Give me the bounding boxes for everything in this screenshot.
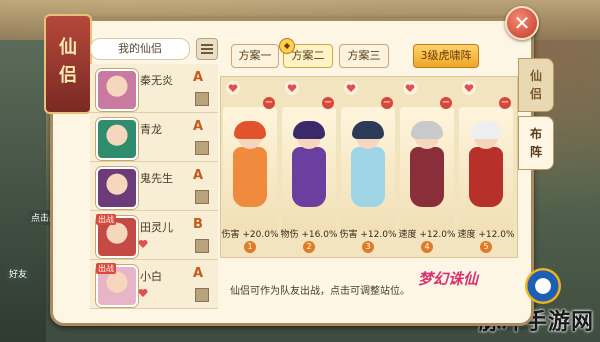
companion-row[interactable]: 出战田灵儿 B: [90, 211, 218, 260]
slot-bonus: 速度 +12.0%: [457, 230, 515, 240]
slot-number: 1: [244, 241, 256, 253]
hud-chip[interactable]: 好友: [6, 266, 31, 281]
companion-name: 小白: [140, 270, 162, 283]
select-checkbox[interactable]: [195, 141, 209, 155]
formation-slot[interactable]: − 伤害 +20.0% 1: [221, 77, 279, 257]
companion-grade: A: [193, 266, 204, 281]
select-checkbox[interactable]: [195, 239, 209, 253]
remove-icon[interactable]: −: [263, 97, 275, 109]
panel-title-char: 仙: [59, 37, 77, 58]
slot-number: 4: [421, 241, 433, 253]
side-tab-companions[interactable]: 仙 侣: [518, 58, 554, 112]
companion-grade: B: [193, 217, 203, 232]
companion-figure: [286, 121, 332, 213]
slot-number: 5: [480, 241, 492, 253]
deployed-tag: 出战: [96, 263, 116, 274]
close-button[interactable]: ✕: [505, 6, 539, 40]
tab-plan-3[interactable]: 方案三: [339, 44, 389, 68]
game-logo-emblem: [525, 268, 561, 304]
select-checkbox[interactable]: [195, 92, 209, 106]
deployed-tag: 出战: [96, 214, 116, 225]
heart-icon[interactable]: [226, 81, 240, 95]
remove-icon[interactable]: −: [440, 97, 452, 109]
companion-grade: A: [193, 70, 204, 85]
companion-name: 青龙: [140, 123, 162, 136]
slot-bonus: 伤害 +12.0%: [339, 230, 397, 240]
formation-slot[interactable]: − 速度 +12.0% 4: [398, 77, 456, 257]
formation-area: − 伤害 +20.0% 1 − 物伤 +16.0% 2 − 伤害 +12.0% 3 − 速度 +12…: [220, 76, 518, 258]
slot-bonus: 物伤 +16.0%: [280, 230, 338, 240]
slot-number: 2: [303, 241, 315, 253]
heart-icon[interactable]: [403, 81, 417, 95]
my-companions-label: 我的仙侣: [90, 38, 190, 60]
tab-plan-1[interactable]: 方案一: [231, 44, 279, 68]
remove-icon[interactable]: −: [322, 97, 334, 109]
remove-icon[interactable]: −: [499, 97, 511, 109]
companion-row[interactable]: 鬼先生 A: [90, 162, 218, 211]
select-checkbox[interactable]: [195, 288, 209, 302]
slot-number: 3: [362, 241, 374, 253]
companion-row[interactable]: 秦无炎 A: [90, 64, 218, 113]
panel-title-char: 侣: [59, 65, 77, 86]
heart-icon[interactable]: [462, 81, 476, 95]
heart-icon[interactable]: [344, 81, 358, 95]
game-logo-text: 梦幻诛仙: [418, 270, 479, 288]
companion-grade: A: [193, 119, 204, 134]
formation-hint: 仙侣可作为队友出战，点击可调整站位。: [230, 286, 410, 297]
panel-title-banner: 仙 侣: [44, 14, 92, 114]
side-tab-formation[interactable]: 布 阵: [518, 116, 554, 170]
heart-icon: [138, 289, 148, 297]
close-icon: ✕: [513, 11, 531, 35]
slot-bonus: 速度 +12.0%: [398, 230, 456, 240]
companion-figure: [463, 121, 509, 213]
slot-bonus: 伤害 +20.0%: [221, 230, 279, 240]
companion-avatar: [96, 69, 138, 111]
companion-list: 秦无炎 A 青龙 A 鬼先生 A 出战 田灵儿 B 出战 小白 A: [90, 64, 218, 309]
formation-slot[interactable]: − 物伤 +16.0% 2: [280, 77, 338, 257]
remove-icon[interactable]: −: [381, 97, 393, 109]
heart-icon[interactable]: [285, 81, 299, 95]
companion-row[interactable]: 出战小白 A: [90, 260, 218, 309]
companion-name: 田灵儿: [140, 221, 173, 234]
formation-slot[interactable]: − 伤害 +12.0% 3: [339, 77, 397, 257]
select-checkbox[interactable]: [195, 190, 209, 204]
companion-figure: [345, 121, 391, 213]
companion-avatar: [96, 167, 138, 209]
left-hud: [0, 40, 46, 342]
companion-figure: [227, 121, 273, 213]
companion-name: 秦无炎: [140, 74, 173, 87]
formation-slot[interactable]: − 速度 +12.0% 5: [457, 77, 515, 257]
companion-row[interactable]: 青龙 A: [90, 113, 218, 162]
heart-icon: [138, 240, 148, 248]
list-icon[interactable]: [196, 38, 218, 60]
companion-figure: [404, 121, 450, 213]
formation-level-button[interactable]: 3级虎啸阵: [413, 44, 479, 68]
active-plan-badge: ◆: [279, 38, 295, 54]
companion-avatar: [96, 118, 138, 160]
companion-grade: A: [193, 168, 204, 183]
companion-name: 鬼先生: [140, 172, 173, 185]
